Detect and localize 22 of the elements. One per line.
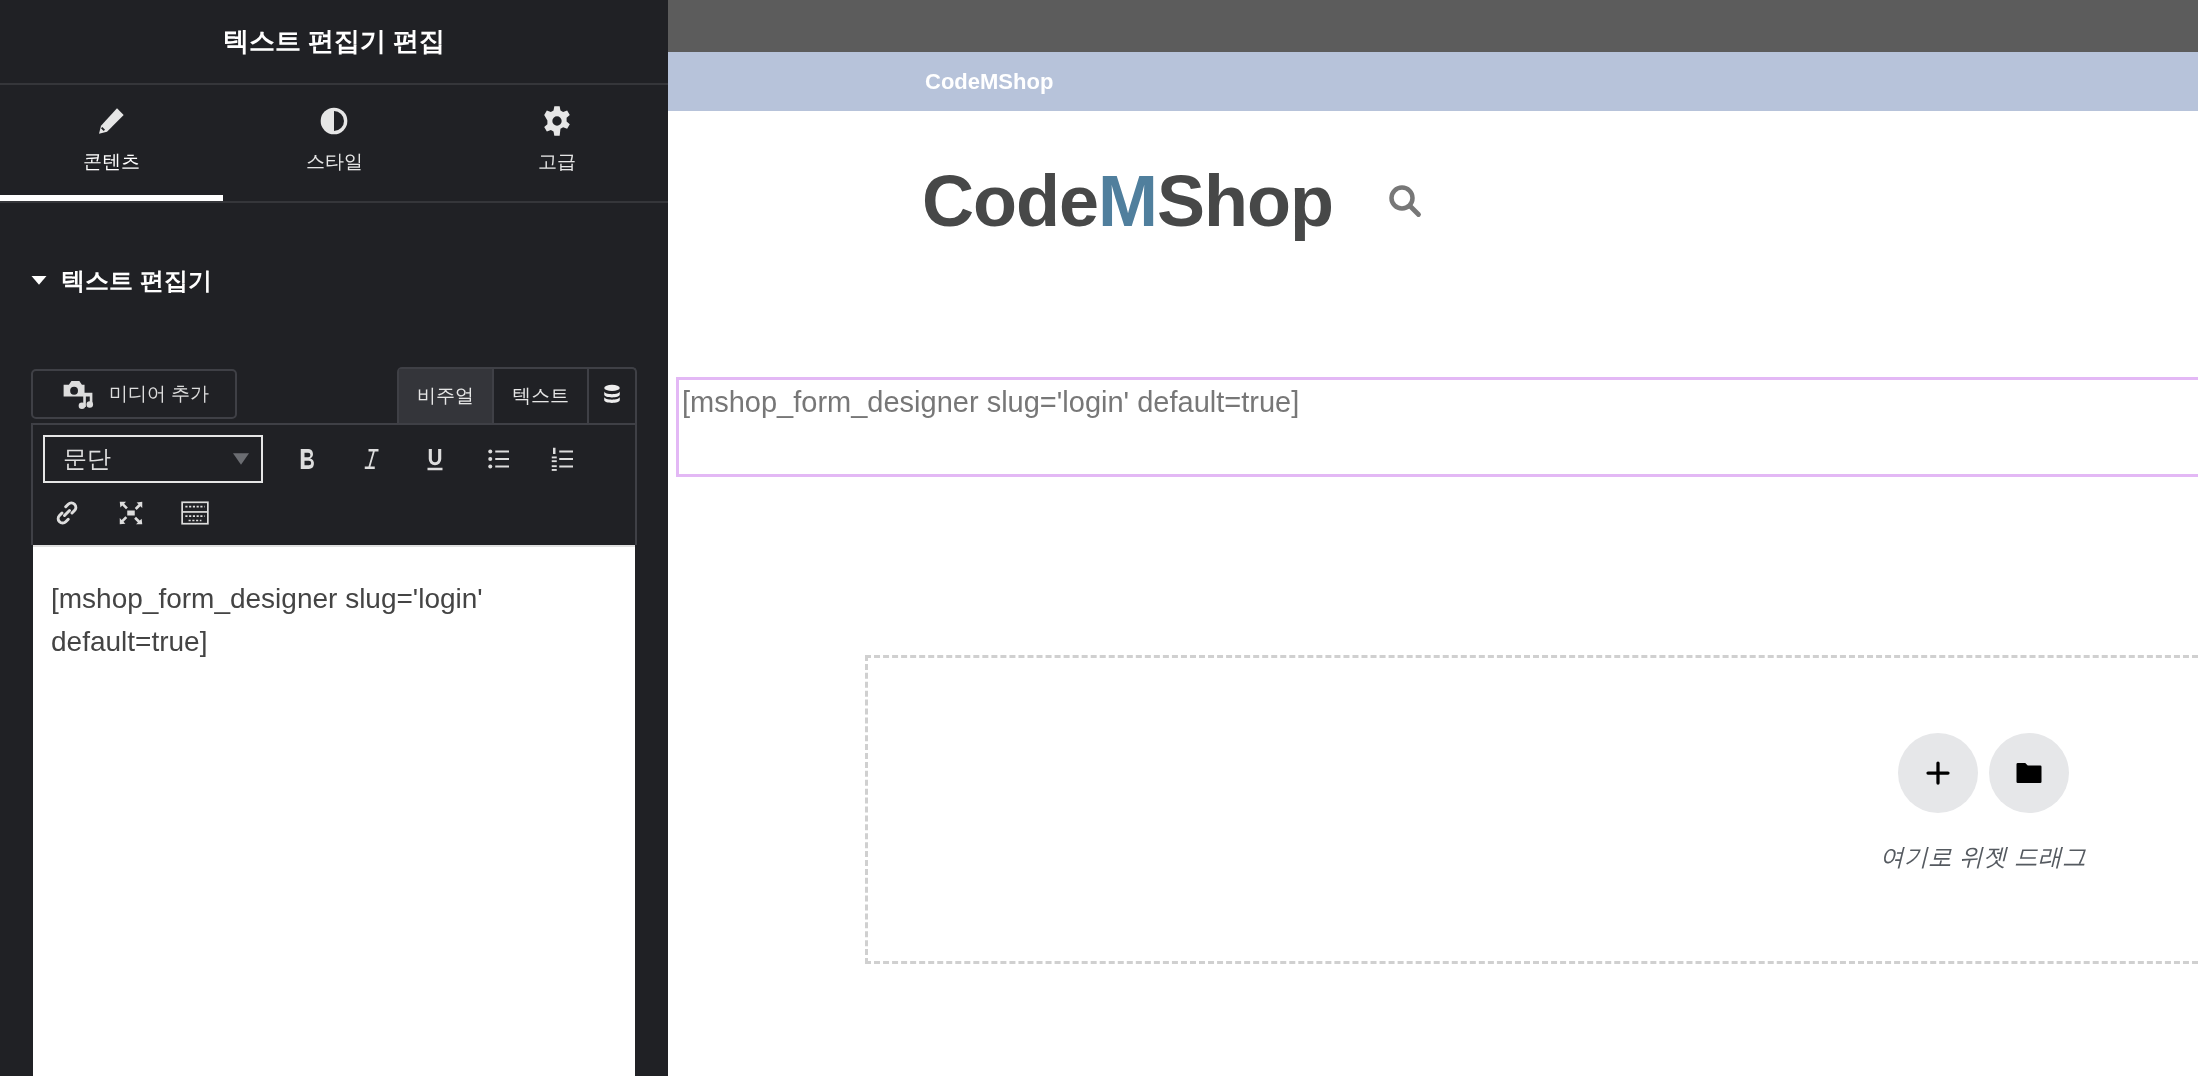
site-name: CodeMShop bbox=[925, 68, 1054, 95]
caret-icon bbox=[31, 276, 47, 286]
editor-mode-tab[interactable]: 비주얼 bbox=[399, 369, 494, 423]
caret-icon bbox=[233, 453, 249, 465]
site-logo[interactable]: CodeMShop bbox=[922, 160, 1333, 242]
text-widget[interactable]: [mshop_form_designer slug='login' default=true] bbox=[676, 377, 2198, 477]
editor-mode-tab[interactable]: 텍스트 bbox=[494, 369, 589, 423]
keyboard-icon bbox=[180, 498, 210, 528]
search-icon[interactable] bbox=[1386, 183, 1423, 219]
add-media-button[interactable]: 미디어 추가 bbox=[31, 369, 238, 419]
camera-music-icon bbox=[61, 378, 95, 410]
panel-tab[interactable]: 고급 bbox=[445, 85, 668, 201]
section-toggle[interactable]: 텍스트 편집기 bbox=[31, 265, 212, 297]
contrast-icon bbox=[318, 105, 350, 137]
panel-tab[interactable]: 콘텐츠 bbox=[0, 85, 223, 201]
text-editor-area[interactable]: [mshop_form_designer slug='login' default=true] bbox=[33, 545, 635, 1076]
shortcode-text: [mshop_form_designer slug='login' default=true] bbox=[682, 386, 1300, 418]
format-dropdown[interactable]: 문단 bbox=[43, 435, 263, 483]
editor-text: [mshop_form_designer slug='login' default=true] bbox=[51, 583, 483, 658]
panel-tab[interactable]: 스타일 bbox=[222, 85, 446, 201]
drop-hint: 여기로 위젯 드래그 bbox=[1880, 841, 2086, 872]
database-icon bbox=[603, 383, 621, 404]
